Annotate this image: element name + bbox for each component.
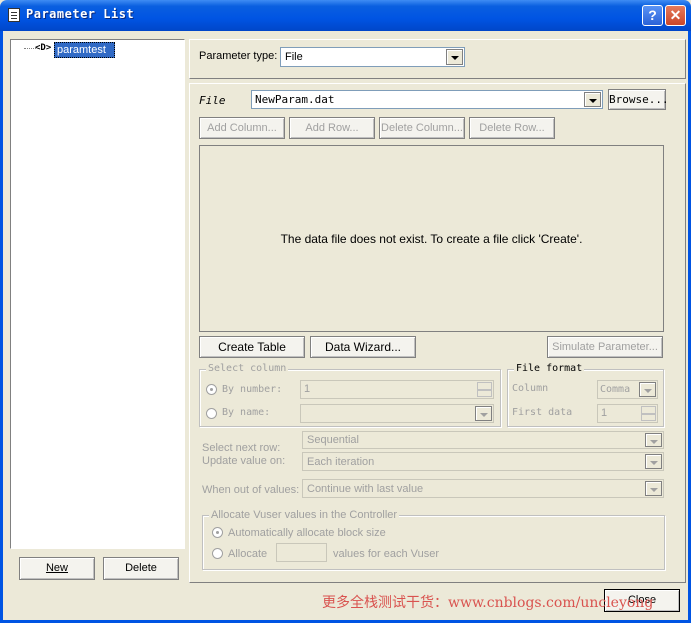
- chevron-down-icon[interactable]: [645, 433, 662, 447]
- auto-allocate-label: Automatically allocate block size: [228, 527, 386, 539]
- select-column-legend: Select column: [206, 363, 289, 374]
- chevron-down-icon[interactable]: [475, 406, 492, 421]
- chevron-down-icon[interactable]: [584, 92, 601, 107]
- data-wizard-button[interactable]: Data Wizard...: [310, 336, 416, 358]
- out-of-values-select[interactable]: Continue with last value: [302, 479, 664, 498]
- parameter-type-label: Parameter type:: [199, 50, 278, 62]
- manual-allocate-radio[interactable]: [212, 548, 223, 559]
- chevron-down-icon[interactable]: [639, 382, 656, 397]
- add-row-button[interactable]: Add Row...: [289, 117, 375, 139]
- window-title: Parameter List: [26, 7, 135, 21]
- chevron-down-icon[interactable]: [645, 481, 662, 496]
- parameter-node-icon: <D>: [35, 43, 52, 53]
- spin-arrows-icon[interactable]: [477, 382, 492, 397]
- delete-button-label: Delete: [125, 562, 157, 574]
- delete-button[interactable]: Delete: [103, 557, 179, 580]
- window-icon: [8, 8, 20, 22]
- auto-allocate-radio[interactable]: [212, 527, 223, 538]
- update-value-value: Each iteration: [307, 456, 375, 468]
- first-data-label: First data: [512, 407, 573, 418]
- data-file-message: The data file does not exist. To create …: [280, 232, 583, 246]
- tree-item-paramtest[interactable]: paramtest: [54, 42, 115, 58]
- spin-arrows-icon[interactable]: [641, 406, 656, 421]
- by-name-label: By name:: [222, 407, 271, 418]
- file-value: NewParam.dat: [255, 93, 335, 106]
- out-of-values-value: Continue with last value: [307, 483, 424, 495]
- manual-allocate-label: Allocate: [228, 548, 268, 560]
- by-name-radio[interactable]: [206, 408, 217, 419]
- block-size-input[interactable]: [276, 543, 327, 562]
- column-delimiter-value: Comma: [600, 384, 631, 395]
- by-number-value: 1: [304, 383, 311, 395]
- help-button[interactable]: ?: [642, 5, 663, 26]
- chevron-down-icon[interactable]: [645, 454, 662, 469]
- manual-allocate-suffix: values for each Vuser: [333, 548, 439, 560]
- select-next-row-label: Select next row:: [202, 442, 281, 454]
- column-delimiter-select[interactable]: Comma: [597, 380, 658, 399]
- update-value-label: Update value on:: [202, 455, 286, 467]
- file-label: File: [199, 94, 226, 107]
- chevron-down-icon[interactable]: [446, 49, 463, 65]
- file-select[interactable]: NewParam.dat: [251, 90, 603, 109]
- add-column-button[interactable]: Add Column...: [199, 117, 285, 139]
- browse-button[interactable]: Browse...: [608, 89, 669, 110]
- new-button-label: New: [45, 562, 68, 574]
- first-data-value: 1: [601, 407, 608, 419]
- parameter-tree[interactable]: [10, 39, 185, 549]
- by-name-select[interactable]: [300, 404, 494, 423]
- watermark-text: 更多全栈测试干货：www.cnblogs.com/uncleyong: [322, 595, 654, 611]
- parameter-type-select[interactable]: File: [280, 47, 465, 67]
- first-data-stepper[interactable]: 1: [597, 404, 658, 423]
- select-next-row-select[interactable]: Sequential: [302, 431, 664, 449]
- create-table-button[interactable]: Create Table: [199, 336, 305, 358]
- by-number-stepper[interactable]: 1: [300, 380, 494, 399]
- select-next-row-value: Sequential: [307, 434, 359, 446]
- allocate-legend: Allocate Vuser values in the Controller: [209, 509, 400, 521]
- simulate-parameter-button[interactable]: Simulate Parameter...: [547, 336, 663, 358]
- new-button[interactable]: New: [19, 557, 95, 580]
- out-of-values-label: When out of values:: [202, 484, 300, 496]
- close-window-button[interactable]: ✕: [665, 5, 686, 26]
- update-value-select[interactable]: Each iteration: [302, 452, 664, 471]
- by-number-radio[interactable]: [206, 384, 217, 395]
- parameter-type-value: File: [285, 51, 303, 63]
- file-format-legend: File format: [514, 363, 585, 374]
- delete-column-button[interactable]: Delete Column...: [379, 117, 465, 139]
- delete-row-button[interactable]: Delete Row...: [469, 117, 555, 139]
- column-label: Column: [512, 383, 549, 394]
- allocate-group: [202, 515, 665, 570]
- by-number-label: By number:: [222, 384, 283, 395]
